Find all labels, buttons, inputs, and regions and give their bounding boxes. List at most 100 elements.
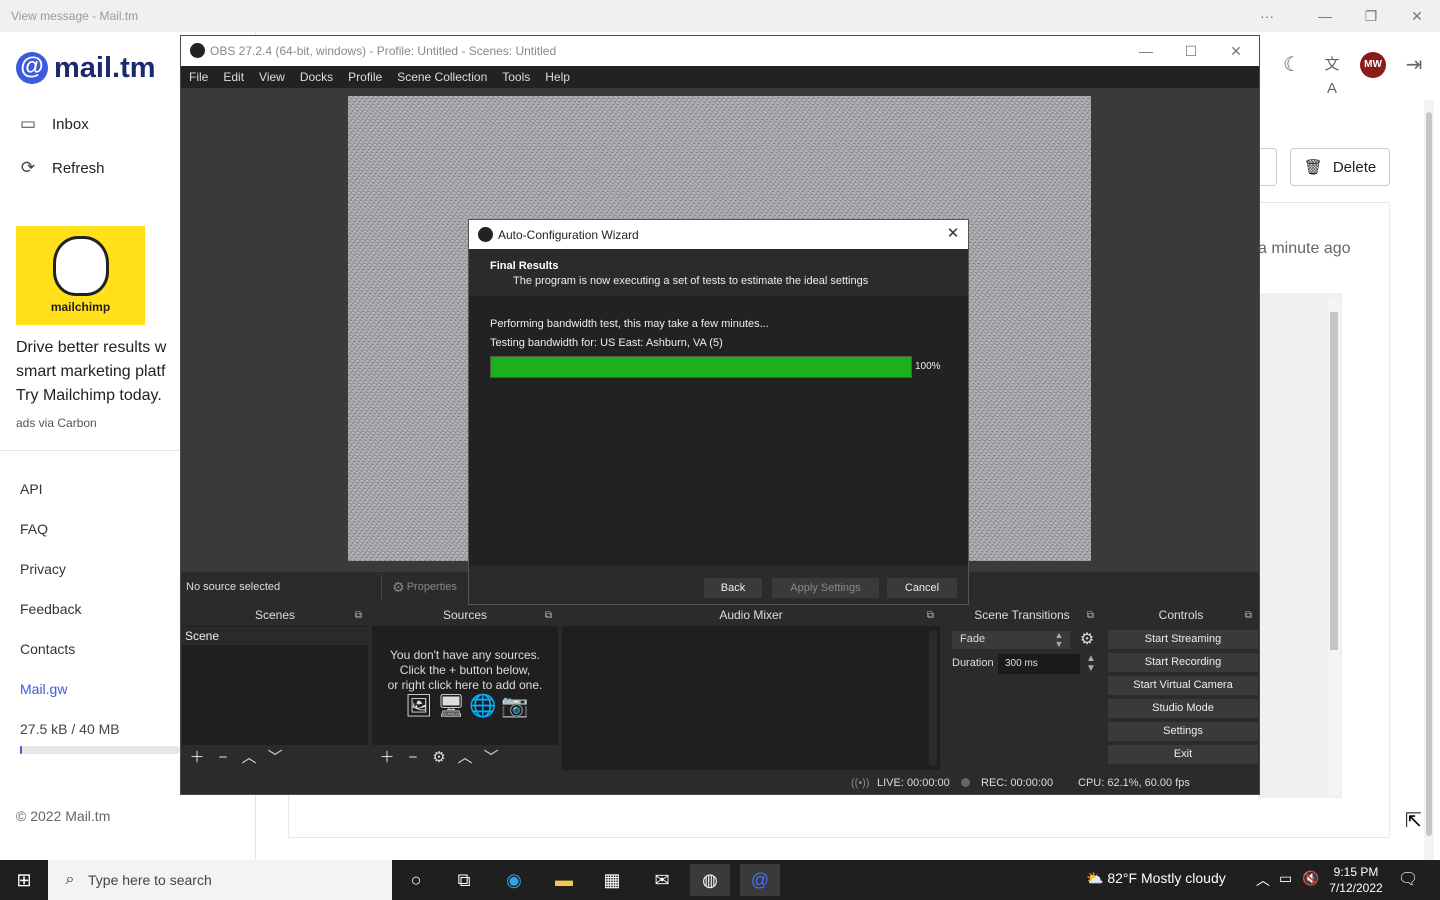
undock-icon[interactable]: ⧉ (545, 605, 552, 626)
mailtm-logo[interactable]: @ mail.tm (16, 50, 156, 86)
inbox-icon: ▭ (19, 114, 37, 133)
dark-mode-icon[interactable]: ☾ (1280, 53, 1304, 77)
avatar[interactable]: MW (1360, 52, 1386, 78)
store-icon[interactable]: ▦ (592, 864, 632, 896)
duration-stepper[interactable]: ▲ ▼ (1083, 654, 1099, 674)
back-button[interactable]: Back (704, 578, 762, 598)
browser-restore-button[interactable]: ❐ (1361, 6, 1381, 26)
move-down-icon[interactable]: ﹀ (482, 749, 500, 767)
dock-title: Scene Transitions (974, 608, 1070, 622)
topbar-icons: ☾ 文A MW ⇥ (1280, 52, 1426, 97)
ad-text[interactable]: Drive better results w smart marketing p… (16, 336, 181, 408)
delete-button[interactable]: 🗑 Delete (1290, 148, 1390, 186)
start-recording-button[interactable]: Start Recording (1108, 653, 1258, 672)
monitor-icon: 🖥 (437, 693, 465, 718)
undock-icon[interactable]: ⧉ (1245, 605, 1252, 626)
obs-close-button[interactable]: ✕ (1225, 41, 1247, 61)
exit-button[interactable]: Exit (1108, 745, 1258, 764)
storage-usage: 27.5 kB / 40 MB (20, 721, 120, 737)
apply-settings-button[interactable]: Apply Settings (772, 578, 879, 598)
dock-title: Sources (442, 608, 488, 622)
globe-icon: 🌐 (469, 693, 497, 718)
undock-icon[interactable]: ⧉ (927, 605, 934, 626)
start-button[interactable]: ⊞ (0, 860, 48, 900)
gear-icon[interactable]: ⚙ (1078, 631, 1096, 649)
network-icon[interactable]: ▭ (1279, 870, 1292, 887)
gear-icon[interactable]: ⚙ (430, 749, 448, 767)
cortana-icon[interactable]: ○ (396, 864, 436, 896)
browser-close-button[interactable]: ✕ (1407, 6, 1427, 26)
menu-help[interactable]: Help (537, 66, 577, 88)
menu-view[interactable]: View (251, 66, 292, 88)
move-up-icon[interactable]: ︿ (240, 749, 258, 767)
file-explorer-icon[interactable]: ▬ (544, 864, 584, 896)
duration-input[interactable]: 300 ms (998, 654, 1080, 674)
sidebar-item-inbox[interactable]: ▭ Inbox (18, 114, 89, 134)
live-timer: LIVE: 00:00:00 (877, 777, 950, 789)
menu-tools[interactable]: Tools (494, 66, 537, 88)
remove-icon[interactable]: − (214, 749, 232, 767)
cancel-button[interactable]: Cancel (887, 578, 957, 598)
task-view-icon[interactable]: ⧉ (444, 864, 484, 896)
menu-profile[interactable]: Profile (340, 66, 389, 88)
wizard-status-server: Testing bandwidth for: US East: Ashburn,… (490, 337, 723, 349)
start-streaming-button[interactable]: Start Streaming (1108, 630, 1258, 649)
link-api[interactable]: API (20, 481, 43, 497)
link-mail-gw[interactable]: Mail.gw (20, 681, 67, 697)
ad-text-line: Try Mailchimp today. (16, 387, 162, 404)
move-down-icon[interactable]: ﹀ (266, 749, 284, 767)
more-options-icon[interactable]: ··· (1257, 6, 1277, 26)
ad-via-link[interactable]: ads via Carbon (16, 416, 97, 430)
mailtm-taskbar-icon[interactable]: @ (740, 864, 780, 896)
obs-taskbar-icon[interactable]: ◍ (690, 864, 730, 896)
link-faq[interactable]: FAQ (20, 521, 48, 537)
volume-muted-icon[interactable]: 🔇 (1302, 870, 1319, 887)
menu-docks[interactable]: Docks (292, 66, 340, 88)
obs-minimize-button[interactable]: — (1135, 41, 1157, 61)
weather-text: 82°F Mostly cloudy (1107, 870, 1226, 886)
notification-icon[interactable]: 🗨 (1398, 869, 1418, 889)
wizard-close-button[interactable]: ✕ (943, 224, 963, 244)
taskbar-search[interactable]: ⌕ Type here to search (48, 860, 392, 900)
clock[interactable]: 9:15 PM 7/12/2022 (1326, 864, 1386, 896)
menu-scene-collection[interactable]: Scene Collection (389, 66, 494, 88)
chevron-up-icon[interactable]: ︿ (1256, 870, 1270, 890)
dock-header: Audio Mixer ⧉ (562, 605, 940, 626)
studio-mode-button[interactable]: Studio Mode (1108, 699, 1258, 718)
dock-title: Controls (1158, 608, 1204, 622)
delete-label: Delete (1332, 158, 1377, 176)
menu-edit[interactable]: Edit (215, 66, 251, 88)
obs-logo-icon (190, 43, 205, 58)
add-icon[interactable]: ＋ (188, 749, 206, 767)
scene-list-item[interactable]: Scene (182, 627, 368, 645)
remove-icon[interactable]: − (404, 749, 422, 767)
undock-icon[interactable]: ⧉ (1087, 605, 1094, 626)
start-virtual-camera-button[interactable]: Start Virtual Camera (1108, 676, 1258, 695)
menu-file[interactable]: File (181, 66, 215, 88)
rec-timer: REC: 00:00:00 (981, 777, 1054, 789)
ad-image[interactable]: mailchimp (16, 226, 145, 325)
refresh-icon: ⟳ (20, 158, 36, 177)
weather-widget[interactable]: ⛅ 82°F Mostly cloudy (1086, 870, 1226, 887)
browser-minimize-button[interactable]: — (1315, 6, 1335, 26)
page-scroll-thumb[interactable] (1426, 112, 1432, 836)
obs-titlebar: OBS 27.2.4 (64-bit, windows) - Profile: … (181, 36, 1259, 66)
mail-icon[interactable]: ✉ (642, 864, 682, 896)
translate-icon[interactable]: 文A (1320, 53, 1344, 97)
link-feedback[interactable]: Feedback (20, 601, 81, 617)
logo-at-icon: @ (16, 52, 48, 84)
add-icon[interactable]: ＋ (378, 749, 396, 767)
undock-icon[interactable]: ⧉ (355, 605, 362, 626)
settings-button[interactable]: Settings (1108, 722, 1258, 741)
edge-icon[interactable]: ◉ (494, 864, 534, 896)
obs-maximize-button[interactable]: ☐ (1180, 41, 1202, 61)
mixer-scrollbar[interactable] (929, 630, 937, 766)
message-frame-scroll-thumb[interactable] (1330, 312, 1338, 650)
logout-icon[interactable]: ⇥ (1402, 53, 1426, 77)
move-up-icon[interactable]: ︿ (456, 749, 474, 767)
sidebar-item-refresh[interactable]: ⟳ Refresh (18, 158, 105, 178)
properties-button[interactable]: ⚙ Properties (381, 574, 467, 600)
link-privacy[interactable]: Privacy (20, 561, 66, 577)
storage-total: / 40 MB (71, 721, 120, 737)
link-contacts[interactable]: Contacts (20, 641, 75, 657)
